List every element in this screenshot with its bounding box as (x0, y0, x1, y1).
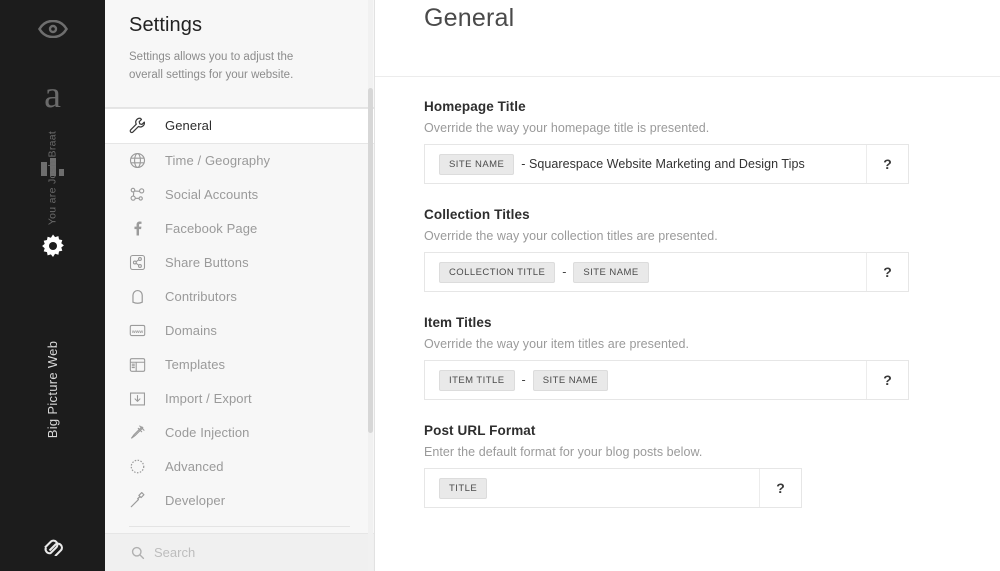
main-header: General (375, 0, 1000, 77)
settings-screen: a You are Josh Braat Big Picture Web Set… (0, 0, 1000, 571)
sidebar-item-label: Domains (165, 323, 217, 339)
wrench-icon (129, 115, 155, 137)
sidebar-item-import-export[interactable]: Import / Export (105, 382, 374, 416)
settings-panel: Settings Settings allows you to adjust t… (105, 0, 375, 571)
sidebar-item-label: Advanced (165, 459, 224, 475)
search-icon (131, 546, 145, 560)
sidebar-item-label: Contributors (165, 289, 238, 305)
token-site-name[interactable]: SITE NAME (573, 261, 649, 283)
dashed-circle-icon (129, 456, 155, 478)
field-collection-titles: Collection Titles Override the way your … (424, 207, 1000, 292)
www-icon: www (129, 320, 155, 342)
sidebar-item-templates[interactable]: Templates (105, 348, 374, 382)
sidebar-item-label: Developer (165, 493, 226, 509)
panel-scrollbar-thumb[interactable] (368, 88, 373, 433)
input-plain-text: - Squarespace Website Marketing and Desi… (521, 157, 805, 171)
facebook-icon (129, 218, 155, 240)
rail-user-text: You are Josh Braat (46, 130, 59, 226)
help-button[interactable]: ? (866, 145, 908, 183)
input-area[interactable]: TITLE (425, 469, 759, 507)
input-area[interactable]: ITEM TITLE - SITE NAME (425, 361, 866, 399)
field-item-titles: Item Titles Override the way your item t… (424, 315, 1000, 400)
search-placeholder-text: Search (154, 545, 196, 560)
share-icon (129, 252, 155, 274)
field-description: Override the way your item titles are pr… (424, 337, 690, 351)
sidebar-item-label: Time / Geography (165, 153, 271, 169)
person-icon (129, 286, 155, 308)
token-title[interactable]: TITLE (439, 477, 488, 499)
sidebar-item-general[interactable]: General (105, 107, 374, 144)
help-button[interactable]: ? (759, 469, 801, 507)
globe-icon (129, 150, 155, 172)
gear-icon[interactable] (0, 224, 105, 272)
sidebar-item-advanced[interactable]: Advanced (105, 450, 374, 484)
sidebar-item-label: Social Accounts (165, 187, 259, 203)
nav-bottom-divider (129, 525, 350, 527)
squarespace-logo-icon[interactable] (0, 524, 105, 568)
main-content: General Homepage Title Override the way … (375, 0, 1000, 571)
template-icon (129, 354, 155, 376)
panel-header: Settings Settings allows you to adjust t… (105, 0, 374, 107)
field-label: Post URL Format (424, 423, 536, 438)
settings-form: Homepage Title Override the way your hom… (375, 77, 1000, 508)
field-label: Homepage Title (424, 99, 526, 114)
eye-icon[interactable] (0, 6, 105, 52)
post-url-format-input[interactable]: TITLE ? (424, 468, 802, 508)
social-dots-icon (129, 184, 155, 206)
sidebar-item-developer[interactable]: Developer (105, 484, 374, 518)
sidebar-item-code-injection[interactable]: Code Injection (105, 416, 374, 450)
rail-site-text: Big Picture Web (45, 340, 60, 439)
homepage-title-input[interactable]: SITE NAME - Squarespace Website Marketin… (424, 144, 909, 184)
sidebar-item-label: Templates (165, 357, 226, 373)
field-label: Collection Titles (424, 207, 530, 222)
panel-title: Settings (129, 14, 203, 36)
field-post-url-format: Post URL Format Enter the default format… (424, 423, 1000, 508)
panel-scrollbar-track[interactable] (368, 0, 373, 571)
field-description: Override the way your collection titles … (424, 229, 718, 243)
sidebar-item-time-geography[interactable]: Time / Geography (105, 144, 374, 178)
collection-titles-input[interactable]: COLLECTION TITLE - SITE NAME ? (424, 252, 909, 292)
help-button[interactable]: ? (866, 361, 908, 399)
search-input[interactable]: Search (105, 533, 374, 571)
global-nav-rail: a You are Josh Braat Big Picture Web (0, 0, 105, 571)
field-homepage-title: Homepage Title Override the way your hom… (424, 99, 1000, 184)
field-description: Override the way your homepage title is … (424, 121, 710, 135)
download-icon (129, 388, 155, 410)
token-item-title[interactable]: ITEM TITLE (439, 369, 515, 391)
settings-nav: General Time / Geography Social Accounts… (105, 107, 374, 535)
item-titles-input[interactable]: ITEM TITLE - SITE NAME ? (424, 360, 909, 400)
letter-a-glyph: a (44, 74, 61, 116)
field-description: Enter the default format for your blog p… (424, 445, 703, 459)
token-collection-title[interactable]: COLLECTION TITLE (439, 261, 556, 283)
help-button[interactable]: ? (866, 253, 908, 291)
separator-dash: - (521, 373, 526, 387)
token-site-name[interactable]: SITE NAME (532, 369, 608, 391)
hammer-icon (129, 490, 155, 512)
sidebar-item-share-buttons[interactable]: Share Buttons (105, 246, 374, 280)
input-area[interactable]: COLLECTION TITLE - SITE NAME (425, 253, 866, 291)
sidebar-item-facebook-page[interactable]: Facebook Page (105, 212, 374, 246)
sidebar-item-domains[interactable]: www Domains (105, 314, 374, 348)
syringe-icon (129, 422, 155, 444)
separator-dash: - (562, 265, 567, 279)
panel-description: Settings allows you to adjust the overal… (129, 51, 294, 81)
sidebar-item-label: Facebook Page (165, 221, 258, 237)
svg-text:www: www (131, 330, 144, 335)
token-site-name[interactable]: SITE NAME (439, 153, 515, 175)
input-area[interactable]: SITE NAME - Squarespace Website Marketin… (425, 145, 866, 183)
sidebar-item-label: Share Buttons (165, 255, 249, 271)
sidebar-item-contributors[interactable]: Contributors (105, 280, 374, 314)
letter-a-icon[interactable]: a (0, 70, 105, 120)
sidebar-item-label: General (165, 118, 212, 134)
sidebar-item-social-accounts[interactable]: Social Accounts (105, 178, 374, 212)
page-title: General (424, 4, 515, 32)
sidebar-item-label: Code Injection (165, 425, 250, 441)
field-label: Item Titles (424, 315, 492, 330)
sidebar-item-label: Import / Export (165, 391, 252, 407)
